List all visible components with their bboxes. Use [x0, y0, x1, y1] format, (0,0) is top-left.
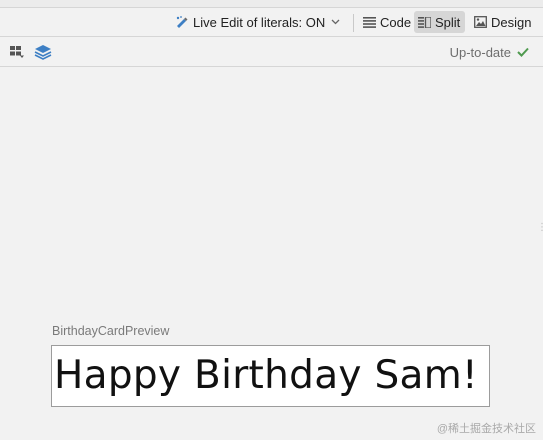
preview-toolbar: Up-to-date: [0, 37, 543, 67]
status-label: Up-to-date: [449, 44, 511, 60]
preview-greeting-text: Happy Birthday Sam!: [54, 353, 478, 398]
watermark: @稀土掘金技术社区: [436, 423, 536, 435]
layers-icon[interactable]: [33, 42, 53, 62]
preview-name-label: BirthdayCardPreview: [52, 324, 170, 338]
splitter-handle-icon[interactable]: ⋮: [537, 222, 543, 240]
split-view-icon: [418, 16, 431, 28]
toolbar-separator: [353, 14, 354, 32]
device-configuration-icon[interactable]: [8, 42, 28, 62]
code-mode-label: Code: [380, 14, 412, 30]
code-mode-button[interactable]: Code: [360, 11, 414, 33]
compose-preview-panel: Live Edit of literals: ON Code Split Des…: [0, 0, 543, 440]
split-mode-label: Split: [435, 14, 461, 30]
checkmark-icon: [517, 45, 529, 60]
live-edit-toggle[interactable]: Live Edit of literals: ON: [175, 11, 340, 33]
image-icon: [474, 16, 487, 28]
editor-mode-toolbar: Live Edit of literals: ON Code Split Des…: [0, 8, 543, 37]
live-edit-icon: [175, 15, 189, 29]
design-mode-label: Design: [491, 14, 532, 30]
window-top-strip: [0, 0, 543, 8]
preview-status: Up-to-date: [450, 43, 529, 61]
code-lines-icon: [363, 16, 376, 28]
split-mode-button[interactable]: Split: [414, 11, 466, 33]
live-edit-label: Live Edit of literals: ON: [193, 14, 326, 30]
chevron-down-icon[interactable]: [331, 19, 340, 25]
design-mode-button[interactable]: Design: [471, 11, 534, 33]
birthday-card-preview[interactable]: Happy Birthday Sam!: [51, 345, 490, 407]
